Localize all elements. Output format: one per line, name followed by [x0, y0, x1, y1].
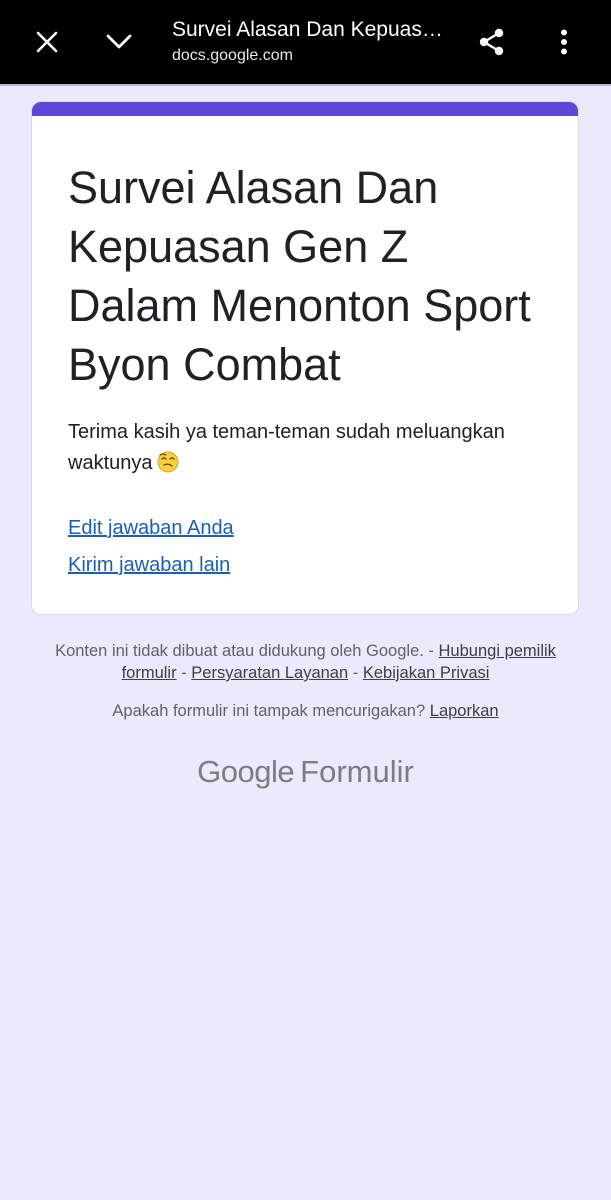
suspicious-text: Apakah formulir ini tampak mencurigakan?: [112, 702, 426, 720]
footer-disclaimer: Konten ini tidak dibuat atau didukung ol…: [40, 640, 571, 684]
confirmation-text: Terima kasih ya teman-teman sudah meluan…: [68, 421, 505, 474]
google-forms-logo[interactable]: Google Formulir: [0, 752, 611, 792]
minimize-button[interactable]: [95, 18, 143, 66]
brand-product: Formulir: [300, 754, 414, 789]
privacy-link[interactable]: Kebijakan Privasi: [363, 664, 490, 682]
report-link[interactable]: Laporkan: [430, 702, 499, 720]
more-options-button[interactable]: [540, 18, 588, 66]
separator: -: [352, 664, 359, 682]
confirmation-card: Survei Alasan Dan Kepuasan Gen Z Dalam M…: [31, 101, 579, 615]
share-button[interactable]: [468, 18, 516, 66]
form-title: Survei Alasan Dan Kepuasan Gen Z Dalam M…: [68, 162, 531, 390]
page-title: Survei Alasan Dan Kepuasan Gen Z Dalam M…: [172, 18, 452, 41]
page-url: docs.google.com: [172, 47, 293, 64]
more-vert-icon: [561, 29, 567, 55]
close-icon: [36, 31, 58, 53]
brand-google: Google: [197, 754, 295, 789]
share-icon: [479, 28, 504, 56]
browser-toolbar: Survei Alasan Dan Kepuasan Gen Z Dalam M…: [0, 0, 611, 84]
separator: -: [181, 664, 187, 682]
toolbar-divider: [0, 84, 611, 86]
edit-response-link[interactable]: Edit jawaban Anda: [68, 515, 234, 541]
terms-link[interactable]: Persyaratan Layanan: [191, 664, 348, 682]
report-abuse-line: Apakah formulir ini tampak mencurigakan?…: [40, 700, 571, 722]
toolbar-titles: Survei Alasan Dan Kepuasan Gen Z Dalam M…: [172, 16, 452, 67]
confirmation-message: Terima kasih ya teman-teman sudah meluan…: [68, 417, 548, 479]
chevron-down-icon: [106, 34, 132, 49]
close-button[interactable]: [23, 18, 71, 66]
emoji-icon: [157, 451, 178, 473]
disclaimer-text: Konten ini tidak dibuat atau didukung ol…: [55, 642, 434, 660]
card-accent-bar: [32, 102, 578, 116]
submit-another-link[interactable]: Kirim jawaban lain: [68, 552, 230, 578]
